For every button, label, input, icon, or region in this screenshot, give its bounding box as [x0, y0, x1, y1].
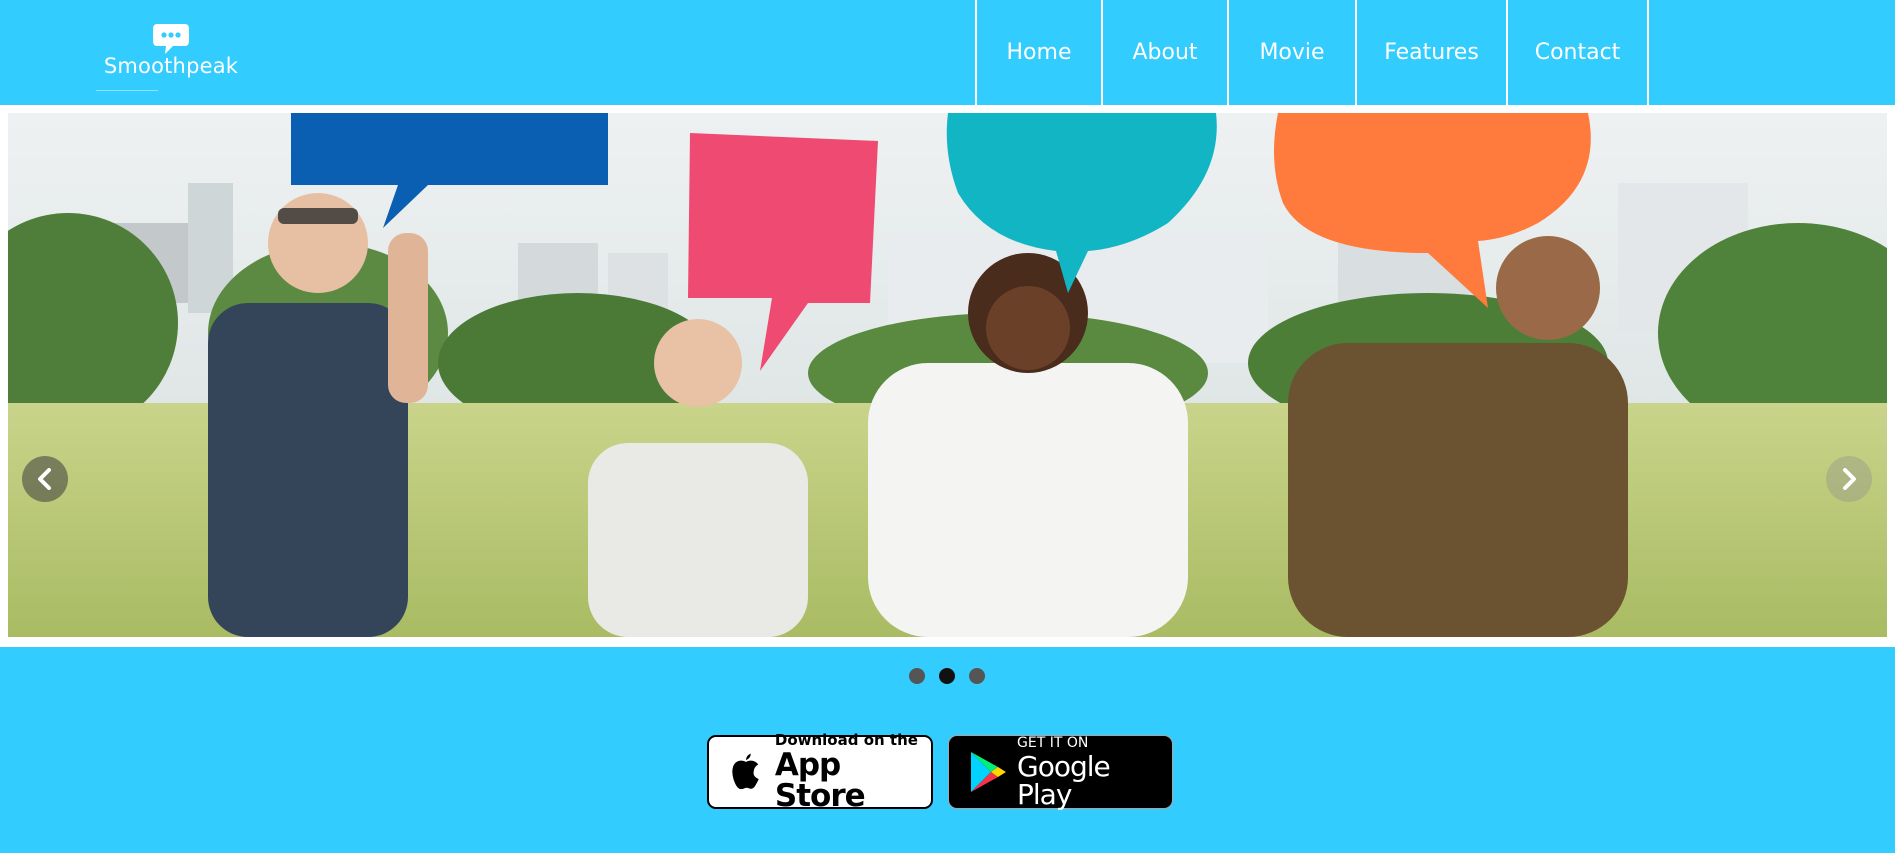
nav-item-about[interactable]: About: [1101, 0, 1227, 105]
carousel-dot-1[interactable]: [909, 668, 925, 684]
google-play-icon: [971, 752, 1006, 792]
nav-item-contact[interactable]: Contact: [1506, 0, 1649, 105]
hero-image: [8, 113, 1887, 637]
site-header: Smoothpeak Home About Movie Features Con…: [0, 0, 1895, 105]
brand-name: Smoothpeak: [103, 54, 239, 78]
google-play-line1: GET IT ON: [1017, 734, 1089, 751]
main-nav: Home About Movie Features Contact: [975, 0, 1649, 105]
brand-logo[interactable]: Smoothpeak: [96, 22, 246, 94]
apple-icon: [732, 753, 759, 790]
chevron-right-icon: [1843, 468, 1856, 490]
hero-carousel: [0, 105, 1895, 647]
chevron-left-icon: [38, 468, 51, 490]
chat-bubble-icon: [153, 24, 189, 54]
app-store-line1: Download on the: [774, 730, 918, 749]
app-store-line2: App Store: [774, 746, 866, 814]
nav-item-features[interactable]: Features: [1355, 0, 1506, 105]
carousel-prev-button[interactable]: [22, 456, 68, 502]
nav-item-movie[interactable]: Movie: [1227, 0, 1355, 105]
carousel-dot-2[interactable]: [939, 668, 955, 684]
carousel-dot-3[interactable]: [969, 668, 985, 684]
google-play-badge[interactable]: GET IT ON Google Play: [948, 735, 1173, 809]
app-store-badge[interactable]: Download on the App Store: [707, 730, 933, 814]
carousel-indicators: [909, 668, 985, 684]
nav-item-home[interactable]: Home: [975, 0, 1101, 105]
google-play-line2: Google Play: [1017, 749, 1111, 811]
brand-underline: [96, 90, 158, 91]
carousel-next-button[interactable]: [1826, 456, 1872, 502]
